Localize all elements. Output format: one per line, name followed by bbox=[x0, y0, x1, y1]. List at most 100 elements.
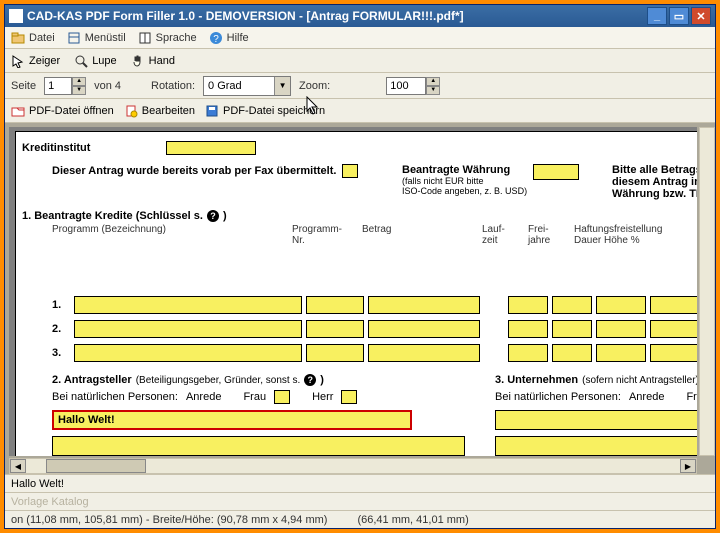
nav-toolbar: Seite ▲▼ von 4 Rotation: 0 Grad ▼ Zoom: … bbox=[5, 73, 715, 99]
form-field[interactable] bbox=[552, 344, 592, 362]
form-field[interactable] bbox=[552, 320, 592, 338]
menu-datei[interactable]: Datei bbox=[11, 31, 55, 45]
info-icon: ? bbox=[207, 210, 219, 222]
page-count: von 4 bbox=[94, 80, 121, 92]
zoom-spinner[interactable]: ▲▼ bbox=[386, 77, 440, 95]
table-row: 3. bbox=[52, 344, 697, 362]
tool-hand[interactable]: Hand bbox=[131, 54, 175, 68]
form-field[interactable] bbox=[306, 296, 364, 314]
save-pdf-button[interactable]: PDF-Datei speichern bbox=[205, 104, 325, 118]
table-row: 1. bbox=[52, 296, 697, 314]
minimize-button[interactable]: _ bbox=[647, 7, 667, 25]
zoom-input[interactable] bbox=[386, 77, 426, 95]
vertical-scrollbar[interactable] bbox=[699, 127, 715, 456]
tool-lupe[interactable]: Lupe bbox=[74, 54, 116, 68]
rotation-label: Rotation: bbox=[151, 80, 195, 92]
save-icon bbox=[205, 104, 219, 118]
section-unternehmen: 3. Unternehmen (sofern nicht Antragstell… bbox=[495, 374, 697, 430]
horizontal-scrollbar[interactable]: ◀ ▶ bbox=[9, 458, 697, 474]
form-field[interactable] bbox=[52, 436, 465, 456]
frau-checkbox[interactable] bbox=[274, 390, 290, 404]
pointer-icon bbox=[11, 54, 25, 68]
form-field[interactable] bbox=[552, 296, 592, 314]
currency-label: Beantragte Währung bbox=[402, 164, 527, 176]
herr-checkbox[interactable] bbox=[341, 390, 357, 404]
rotation-value: 0 Grad bbox=[204, 80, 274, 92]
action-toolbar: PDF-Datei öffnen Bearbeiten PDF-Datei sp… bbox=[5, 99, 715, 123]
scroll-left-icon[interactable]: ◀ bbox=[10, 459, 26, 473]
zoom-down-icon[interactable]: ▼ bbox=[426, 86, 440, 95]
form-field[interactable] bbox=[596, 320, 646, 338]
tool-toolbar: Zeiger Lupe Hand bbox=[5, 49, 715, 73]
vorlage-label: Vorlage Katalog bbox=[11, 496, 89, 508]
form-field[interactable] bbox=[74, 296, 302, 314]
menu-menustil[interactable]: Menüstil bbox=[67, 31, 126, 45]
form-field[interactable] bbox=[306, 344, 364, 362]
zoom-up-icon[interactable]: ▲ bbox=[426, 77, 440, 86]
fax-checkbox[interactable] bbox=[342, 164, 358, 178]
form-field[interactable] bbox=[306, 320, 364, 338]
form-field[interactable] bbox=[368, 320, 480, 338]
section-antragsteller: 2. Antragsteller (Beteiligungsgeber, Grü… bbox=[52, 374, 465, 430]
form-field[interactable] bbox=[596, 296, 646, 314]
page-down-icon[interactable]: ▼ bbox=[72, 86, 86, 95]
form-field[interactable] bbox=[495, 410, 697, 430]
app-icon bbox=[9, 9, 23, 23]
edit-button[interactable]: Bearbeiten bbox=[124, 104, 195, 118]
window-title: CAD-KAS PDF Form Filler 1.0 - DEMOVERSIO… bbox=[27, 9, 464, 23]
document-viewport[interactable]: Kreditinstitut Dieser Antrag wurde berei… bbox=[9, 127, 697, 456]
form-field[interactable] bbox=[368, 344, 480, 362]
zoom-label: Zoom: bbox=[299, 80, 330, 92]
form-field[interactable] bbox=[596, 344, 646, 362]
active-form-field[interactable]: Hallo Welt! bbox=[52, 410, 412, 430]
menu-bar: Datei Menüstil Sprache ? Hilfe bbox=[5, 27, 715, 49]
menu-hilfe[interactable]: ? Hilfe bbox=[209, 31, 249, 45]
coords-info: (66,41 mm, 41,01 mm) bbox=[357, 514, 468, 526]
open-icon bbox=[11, 104, 25, 118]
status-text: Hallo Welt! bbox=[11, 478, 64, 490]
svg-text:?: ? bbox=[213, 34, 219, 45]
status-bar-1: Hallo Welt! bbox=[5, 474, 715, 492]
form-field[interactable] bbox=[74, 320, 302, 338]
form-field[interactable] bbox=[508, 344, 548, 362]
section-kredite: 1. Beantragte Kredite (Schlüssel s. ? ) … bbox=[22, 210, 697, 362]
page-spinner[interactable]: ▲▼ bbox=[44, 77, 86, 95]
form-field[interactable] bbox=[650, 344, 697, 362]
menu-sprache[interactable]: Sprache bbox=[138, 31, 197, 45]
maximize-button[interactable]: ▭ bbox=[669, 7, 689, 25]
book-icon bbox=[138, 31, 152, 45]
form-field[interactable] bbox=[650, 320, 697, 338]
notice-text: Dieser Antrag wurde bereits vorab per Fa… bbox=[52, 165, 336, 177]
folder-icon bbox=[11, 31, 25, 45]
form-field[interactable] bbox=[495, 436, 697, 456]
help-icon: ? bbox=[209, 31, 223, 45]
position-info: on (11,08 mm, 105,81 mm) - Breite/Höhe: … bbox=[11, 514, 327, 526]
form-field[interactable] bbox=[166, 141, 256, 155]
info-icon: ? bbox=[304, 374, 316, 386]
style-icon bbox=[67, 31, 81, 45]
app-window: CAD-KAS PDF Form Filler 1.0 - DEMOVERSIO… bbox=[4, 4, 716, 529]
form-field[interactable] bbox=[368, 296, 480, 314]
page-up-icon[interactable]: ▲ bbox=[72, 77, 86, 86]
status-bar-2: Vorlage Katalog bbox=[5, 492, 715, 510]
form-field[interactable] bbox=[650, 296, 697, 314]
form-field[interactable] bbox=[508, 296, 548, 314]
chevron-down-icon[interactable]: ▼ bbox=[274, 77, 290, 95]
form-field[interactable] bbox=[74, 344, 302, 362]
page-input[interactable] bbox=[44, 77, 72, 95]
form-field[interactable] bbox=[508, 320, 548, 338]
close-button[interactable]: ✕ bbox=[691, 7, 711, 25]
table-row: 2. bbox=[52, 320, 697, 338]
title-bar: CAD-KAS PDF Form Filler 1.0 - DEMOVERSIO… bbox=[5, 5, 715, 27]
scroll-right-icon[interactable]: ▶ bbox=[680, 459, 696, 473]
pdf-page: Kreditinstitut Dieser Antrag wurde berei… bbox=[15, 131, 697, 456]
currency-field[interactable] bbox=[533, 164, 579, 180]
rotation-combo[interactable]: 0 Grad ▼ bbox=[203, 76, 291, 96]
document-area: Kreditinstitut Dieser Antrag wurde berei… bbox=[5, 123, 715, 474]
scroll-thumb[interactable] bbox=[46, 459, 146, 473]
hand-icon bbox=[131, 54, 145, 68]
edit-icon bbox=[124, 104, 138, 118]
page-label: Seite bbox=[11, 80, 36, 92]
tool-zeiger[interactable]: Zeiger bbox=[11, 54, 60, 68]
open-pdf-button[interactable]: PDF-Datei öffnen bbox=[11, 104, 114, 118]
